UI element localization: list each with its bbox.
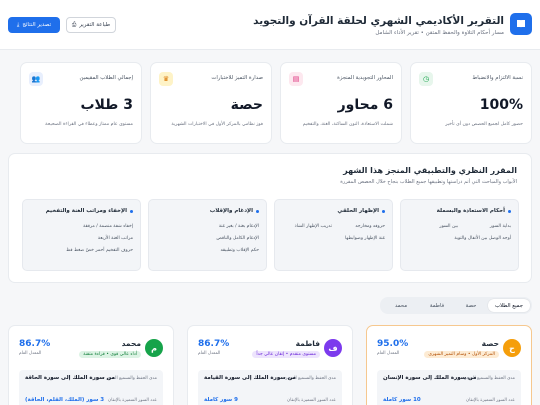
curriculum-unit: الإخفاء ومراتب الغنة والتفخيم إخفاء شفة … — [22, 199, 141, 271]
student-average: 86.7% — [198, 339, 230, 349]
unit-title: الإدغام والإقلاب — [210, 208, 259, 214]
bullet-icon — [130, 209, 133, 213]
detail-label: عدد السور المتميزة بالإتقان — [287, 398, 336, 403]
student-average: 86.7% — [19, 339, 51, 349]
clock-icon: ◷ — [419, 72, 433, 86]
status-badge: المركز الأول • وسام التميز الشهري — [424, 351, 499, 358]
detail-label: عدد السور المتميزة بالإتقان — [466, 398, 515, 403]
student-name: حصة — [481, 339, 499, 348]
student-details: مدى الحفظ والتسميع المنجز من سورة الملك … — [198, 370, 342, 405]
unit-title: الإظهار الحلقي — [337, 208, 385, 214]
bullet-icon — [382, 209, 385, 213]
detail-value: 9 سور كاملة — [204, 397, 238, 403]
stat-value: 6 محاور — [337, 97, 393, 113]
print-label: طباعة التقرير — [79, 22, 111, 28]
page-subtitle: مسار أحكام التلاوة والحفظ المتقن • تقرير… — [375, 30, 504, 36]
curriculum-unit: الإدغام والإقلاب الإدغام بغنة / بغير غنة… — [148, 199, 267, 271]
export-label: تصدير النتائج — [22, 22, 52, 28]
detail-value: من سورة الملك إلى سورة الحاقة — [25, 375, 115, 381]
tab-mohammed[interactable]: محمد — [384, 299, 418, 312]
student-tabs: جميع الطلاب حصة فاطمة محمد — [380, 297, 532, 314]
status-badge: مستوى متقدم • إتقان عالي جداً — [252, 351, 320, 358]
detail-value: 3 سور (الملك، القلم، الحاقة) — [25, 397, 105, 403]
student-card-fatima[interactable]: ف فاطمة مستوى متقدم • إتقان عالي جداً 86… — [187, 325, 353, 405]
unit-title: الإخفاء ومراتب الغنة والتفخيم — [46, 208, 133, 214]
tab-all-students[interactable]: جميع الطلاب — [488, 299, 530, 312]
stat-desc: حضور كامل لجميع الحصص دون أي تأخير — [445, 122, 523, 127]
stat-value: 100% — [479, 97, 523, 113]
unit-title: أحكام الاستعاذة والبسملة — [437, 208, 511, 214]
detail-value: من سورة الملك إلى سورة القيامة — [204, 375, 296, 381]
unit-item: الإدغام بغنة / بغير غنة — [218, 224, 259, 229]
unit-item: غنة الإظهار وضوابطها — [345, 236, 385, 241]
stat-desc: شملت الاستعاذة، النون الساكنة، الغنة، وا… — [302, 122, 393, 127]
stat-label: نسبة الالتزام والانضباط — [472, 75, 523, 81]
download-icon: ⤓ — [16, 21, 20, 28]
avatar: ح — [503, 339, 521, 357]
unit-item: تدريب الإظهار الشاذ — [294, 224, 332, 229]
status-badge: أداء عالي قوي • قراءة متقنة — [79, 351, 141, 358]
stat-desc: مستوى عام ممتاز وعطاء في القراءة الصحيحة — [45, 122, 133, 127]
stat-value: 3 طلاب — [80, 97, 133, 113]
student-average-label: المعدل العام — [198, 351, 221, 356]
avatar: ف — [324, 339, 342, 357]
stat-card-attendance: ◷ نسبة الالتزام والانضباط 100% حضور كامل… — [410, 62, 532, 144]
student-details: مدى الحفظ والتسميع المنجز من سورة الملك … — [19, 370, 163, 405]
tab-fatima[interactable]: فاطمة — [420, 299, 454, 312]
tab-hessa[interactable]: حصة — [456, 299, 486, 312]
printer-icon: ⎙ — [71, 21, 77, 28]
unit-item: بين السور — [439, 224, 458, 229]
stat-label: المحاور التجويدية المنجزة — [337, 75, 393, 81]
print-button[interactable]: طباعة التقرير ⎙ — [66, 17, 116, 33]
curriculum-unit: الإظهار الحلقي حروفه ومخارجه تدريب الإظه… — [274, 199, 393, 271]
stat-card-top-student: ♛ صدارة التميز للاختبارات حصة فوز نظامي … — [150, 62, 272, 144]
page-title: التقرير الأكاديمي الشهري لحلقة القرآن وا… — [253, 15, 504, 27]
trophy-icon: ♛ — [159, 72, 173, 86]
detail-value: من سورة الملك إلى سورة الإنسان — [383, 375, 477, 381]
stat-card-topics: ▤ المحاور التجويدية المنجزة 6 محاور شملت… — [280, 62, 402, 144]
bullet-icon — [256, 209, 259, 213]
student-name: محمد — [121, 339, 141, 348]
export-button[interactable]: تصدير النتائج ⤓ — [8, 17, 60, 33]
unit-item: الإدغام الكامل والناقص — [216, 236, 259, 241]
book-icon — [510, 13, 532, 35]
student-average-label: المعدل العام — [19, 351, 42, 356]
unit-item: إخفاء شفة منضمة / مرققة — [83, 224, 133, 229]
student-average: 95.0% — [377, 339, 409, 349]
student-average-label: المعدل العام — [377, 351, 400, 356]
student-name: فاطمة — [295, 339, 320, 348]
stat-label: إجمالي الطلاب المقيمين — [79, 75, 133, 81]
unit-item: بداية السور — [489, 224, 511, 229]
detail-label: عدد السور المتميزة بالإتقان — [108, 398, 157, 403]
stat-value: حصة — [230, 97, 263, 113]
detail-value: 10 سور كاملة — [383, 397, 421, 403]
curriculum-section: المقرر النظري والتطبيقي المنجز هذا الشهر… — [8, 153, 532, 283]
curriculum-unit: أحكام الاستعاذة والبسملة بداية السور بين… — [400, 199, 519, 271]
stat-desc: فوز نظامي بالمركز الأول في الاختبارات ال… — [171, 122, 263, 127]
student-card-mohammed[interactable]: م محمد أداء عالي قوي • قراءة متقنة 86.7%… — [8, 325, 174, 405]
unit-item: مراتب الغنة الأربعة — [97, 236, 133, 241]
bullet-icon — [508, 209, 511, 213]
users-icon: 👥 — [29, 72, 43, 86]
unit-item: حروفه ومخارجه — [355, 224, 385, 229]
curriculum-title: المقرر النظري والتطبيقي المنجز هذا الشهر — [343, 166, 517, 175]
avatar: م — [145, 339, 163, 357]
unit-item: حروف التفخيم أحمر خضّ ضغط قظ — [66, 248, 133, 253]
unit-item: أوجه الوصل بين الأنفال والتوبة — [454, 236, 511, 241]
unit-item: حكم الإقلاب وتطبيقه — [220, 248, 259, 253]
student-details: مدى الحفظ والتسميع المنجز من سورة الملك … — [377, 370, 521, 405]
books-icon: ▤ — [289, 72, 303, 86]
stat-label: صدارة التميز للاختبارات — [211, 75, 263, 81]
stat-card-students: 👥 إجمالي الطلاب المقيمين 3 طلاب مستوى عا… — [20, 62, 142, 144]
curriculum-subtitle: الأبواب والمباحث التي أتم دراستها وتطبيق… — [340, 179, 517, 185]
student-card-hessa[interactable]: ح حصة المركز الأول • وسام التميز الشهري … — [366, 325, 532, 405]
